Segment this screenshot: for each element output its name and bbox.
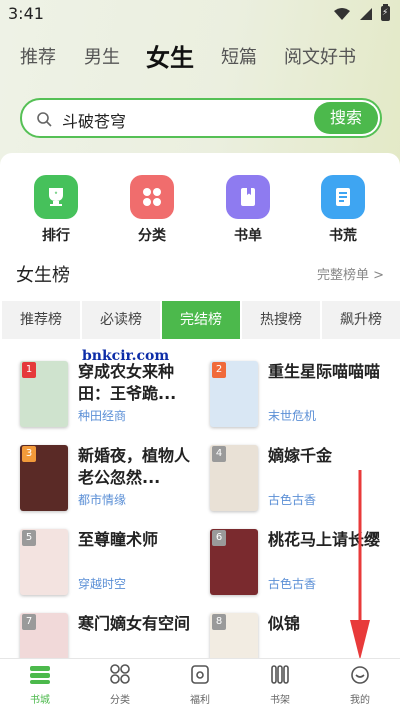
quick-link-booklist[interactable]: 书单 [213,175,283,245]
book-list-icon [226,175,270,219]
bookshelf-icon [271,665,289,684]
status-icons: ⚡ [333,4,390,21]
search-input[interactable]: 斗破苍穹 [62,108,126,132]
top-tabs: 推荐 男生 女生 短篇 阅文好书 [0,38,400,78]
book-item[interactable]: 1 穿成农女来种田：王爷跪... 种田经商 [20,361,210,431]
tab-recommend[interactable]: 推荐 [20,38,56,78]
rank-badge: 8 [212,614,226,630]
ranking-title: 女生榜 [16,265,70,286]
category-icon [110,664,130,684]
quick-link-label: 分类 [138,228,166,244]
rank-badge: 7 [22,614,36,630]
book-item[interactable]: 7 寒门嫡女有空间 [20,613,210,658]
tab-male[interactable]: 男生 [84,38,120,78]
nav-bookstore[interactable]: 书城 [0,659,80,710]
rank-tab-completed[interactable]: 完结榜 [162,301,240,339]
book-title: 穿成农女来种田：王爷跪... [78,362,177,403]
grid-icon [130,175,174,219]
nav-label: 分类 [110,695,130,706]
book-item[interactable]: 3 新婚夜，植物人老公忽然... 都市情缘 [20,445,210,515]
book-tag[interactable]: 种田经商 [78,407,126,424]
book-title: 嫡嫁千金 [268,446,333,465]
quick-link-label: 排行 [42,228,70,244]
book-tag[interactable]: 古色古香 [268,575,316,592]
rank-badge: 5 [22,530,36,546]
book-cover: 1 [20,361,68,427]
rank-badge: 2 [212,362,226,378]
quick-link-book-shortage[interactable]: 书荒 [308,175,378,245]
book-cover: 6 [210,529,258,595]
full-ranking-link[interactable]: 完整榜单 > [317,264,384,283]
tab-short[interactable]: 短篇 [221,38,257,78]
nav-bookshelf[interactable]: 书架 [240,659,320,710]
rank-tab-hot-search[interactable]: 热搜榜 [242,301,320,339]
rank-badge: 6 [212,530,226,546]
book-cover: 2 [210,361,258,427]
status-bar: 3:41 ⚡ [0,0,400,30]
watermark-text: bnkcir.com [82,348,170,364]
battery-icon: ⚡ [381,4,390,21]
signal-icon [360,7,372,20]
quick-link-label: 书单 [234,228,262,244]
red-arrow-annotation [350,470,370,660]
nav-label: 书架 [270,695,290,706]
wifi-icon [334,7,350,20]
search-icon [37,112,52,127]
rank-tab-rising[interactable]: 飙升榜 [322,301,400,339]
book-cover: 5 [20,529,68,595]
ranking-tabs: 推荐榜 必读榜 完结榜 热搜榜 飙升榜 [2,301,400,339]
nav-label: 书城 [30,695,50,706]
nav-label: 福利 [190,695,210,706]
profile-icon [351,666,369,684]
book-tag[interactable]: 末世危机 [268,407,316,424]
status-time: 3:41 [8,4,44,23]
book-cover: 7 [20,613,68,658]
quick-link-ranking[interactable]: 排行 [21,175,91,245]
nav-welfare[interactable]: 福利 [160,659,240,710]
rank-badge: 1 [22,362,36,378]
book-title: 寒门嫡女有空间 [78,614,191,633]
search-bar[interactable]: 斗破苍穹 搜索 [20,98,382,138]
book-title: 重生星际喵喵喵 [268,362,381,381]
book-item[interactable]: 2 重生星际喵喵喵 末世危机 [210,361,400,431]
quick-link-category[interactable]: 分类 [117,175,187,245]
book-item[interactable]: 5 至尊瞳术师 穿越时空 [20,529,210,599]
bottom-nav: 书城 分类 福利 书架 我的 [0,658,400,710]
nav-category[interactable]: 分类 [80,659,160,710]
book-tag[interactable]: 穿越时空 [78,575,126,592]
rank-badge: 3 [22,446,36,462]
tab-good-books[interactable]: 阅文好书 [284,38,356,78]
book-tag[interactable]: 都市情缘 [78,491,126,508]
main-content: 排行 分类 书单 书荒 女生榜 完整榜单 > 推荐榜 必读榜 完结榜 热搜榜 飙… [0,153,400,658]
trophy-icon [34,175,78,219]
nav-label: 我的 [350,695,370,706]
nav-profile[interactable]: 我的 [320,659,400,710]
notebook-icon [321,175,365,219]
quick-link-label: 书荒 [329,228,357,244]
book-title: 新婚夜，植物人老公忽然... [78,446,191,487]
tab-female[interactable]: 女生 [146,38,194,78]
book-cover: 8 [210,613,258,658]
rank-tab-must-read[interactable]: 必读榜 [82,301,160,339]
book-cover: 4 [210,445,258,511]
bookstore-icon [30,666,50,684]
book-title: 至尊瞳术师 [78,530,159,549]
search-button[interactable]: 搜索 [314,102,378,134]
book-tag[interactable]: 古色古香 [268,491,316,508]
gift-icon [191,665,209,684]
rank-badge: 4 [212,446,226,462]
rank-tab-recommend[interactable]: 推荐榜 [2,301,80,339]
book-cover: 3 [20,445,68,511]
